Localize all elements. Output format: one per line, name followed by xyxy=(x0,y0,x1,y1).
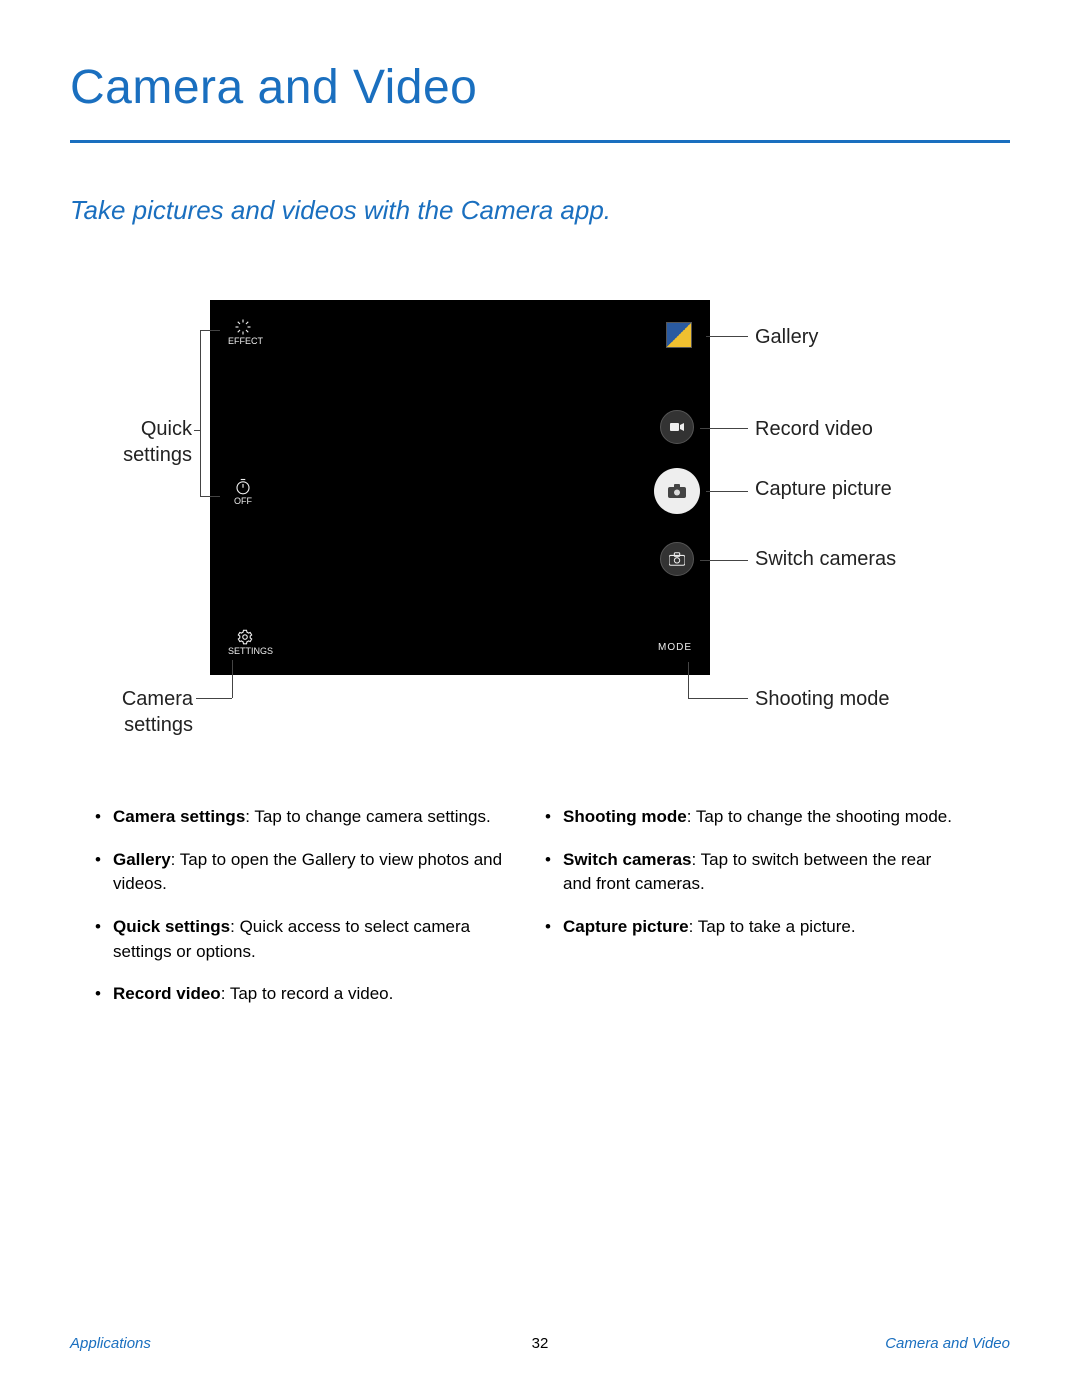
bullet-term: Capture picture xyxy=(563,917,689,936)
timer-label: OFF xyxy=(228,496,258,507)
conn-cs-h xyxy=(196,698,232,699)
conn-gal xyxy=(706,336,748,337)
conn-mode-h xyxy=(688,698,748,699)
anno-quick-settings: Quick settings xyxy=(112,416,192,468)
record-button[interactable] xyxy=(660,410,694,444)
bullet-term: Quick settings xyxy=(113,917,230,936)
bullet-desc: : Tap to change camera settings. xyxy=(245,807,490,826)
bullet-desc: : Tap to change the shooting mode. xyxy=(687,807,952,826)
bullet-desc: : Tap to record a video. xyxy=(221,984,394,1003)
bullet-item: Gallery: Tap to open the Gallery to view… xyxy=(95,848,505,897)
timer-icon[interactable]: OFF xyxy=(228,478,258,507)
camera-screenshot: EFFECT OFF SETTINGS xyxy=(210,300,710,675)
mode-button[interactable]: MODE xyxy=(658,642,692,653)
bullet-item: Camera settings: Tap to change camera se… xyxy=(95,805,505,830)
bullet-item: Quick settings: Quick access to select c… xyxy=(95,915,505,964)
conn-qs-tick xyxy=(194,430,200,431)
conn-mode-v xyxy=(688,662,689,698)
anno-shooting-mode: Shooting mode xyxy=(755,686,890,712)
video-icon xyxy=(670,422,684,432)
anno-gallery: Gallery xyxy=(755,324,818,350)
gallery-thumbnail[interactable] xyxy=(666,322,692,348)
switch-camera-icon xyxy=(669,552,685,566)
bullets-right: Shooting mode: Tap to change the shootin… xyxy=(545,805,955,958)
anno-record-video: Record video xyxy=(755,416,873,442)
switch-camera-button[interactable] xyxy=(660,542,694,576)
effect-icon[interactable]: EFFECT xyxy=(228,318,258,347)
settings-label: SETTINGS xyxy=(228,646,262,657)
bullet-term: Gallery xyxy=(113,850,171,869)
bullet-desc: : Tap to take a picture. xyxy=(689,917,856,936)
conn-cap xyxy=(706,491,748,492)
bullet-item: Switch cameras: Tap to switch between th… xyxy=(545,848,955,897)
conn-qs-h1 xyxy=(200,330,220,331)
bullet-term: Shooting mode xyxy=(563,807,687,826)
anno-capture-picture: Capture picture xyxy=(755,476,892,502)
page-subtitle: Take pictures and videos with the Camera… xyxy=(70,195,611,226)
conn-cs-v xyxy=(232,660,233,698)
conn-sw xyxy=(700,560,748,561)
capture-button[interactable] xyxy=(654,468,700,514)
bullet-item: Capture picture: Tap to take a picture. xyxy=(545,915,955,940)
bullet-desc: : Tap to open the Gallery to view photos… xyxy=(113,850,502,894)
settings-icon[interactable]: SETTINGS xyxy=(228,628,262,657)
conn-qs-h2 xyxy=(200,496,220,497)
anno-camera-settings: Camera settings xyxy=(113,686,193,738)
effect-label: EFFECT xyxy=(228,336,258,347)
conn-qs-v xyxy=(200,330,201,496)
bullet-term: Camera settings xyxy=(113,807,245,826)
bullets-left: Camera settings: Tap to change camera se… xyxy=(95,805,505,1025)
anno-switch-cameras: Switch cameras xyxy=(755,546,896,572)
bullet-term: Record video xyxy=(113,984,221,1003)
bullet-term: Switch cameras xyxy=(563,850,692,869)
page: Camera and Video Take pictures and video… xyxy=(0,0,1080,1397)
conn-rec xyxy=(700,428,748,429)
page-title: Camera and Video xyxy=(70,60,477,115)
bullet-item: Record video: Tap to record a video. xyxy=(95,982,505,1007)
footer-right: Camera and Video xyxy=(885,1335,1010,1352)
title-rule xyxy=(70,140,1010,143)
camera-icon xyxy=(668,484,686,498)
bullet-item: Shooting mode: Tap to change the shootin… xyxy=(545,805,955,830)
